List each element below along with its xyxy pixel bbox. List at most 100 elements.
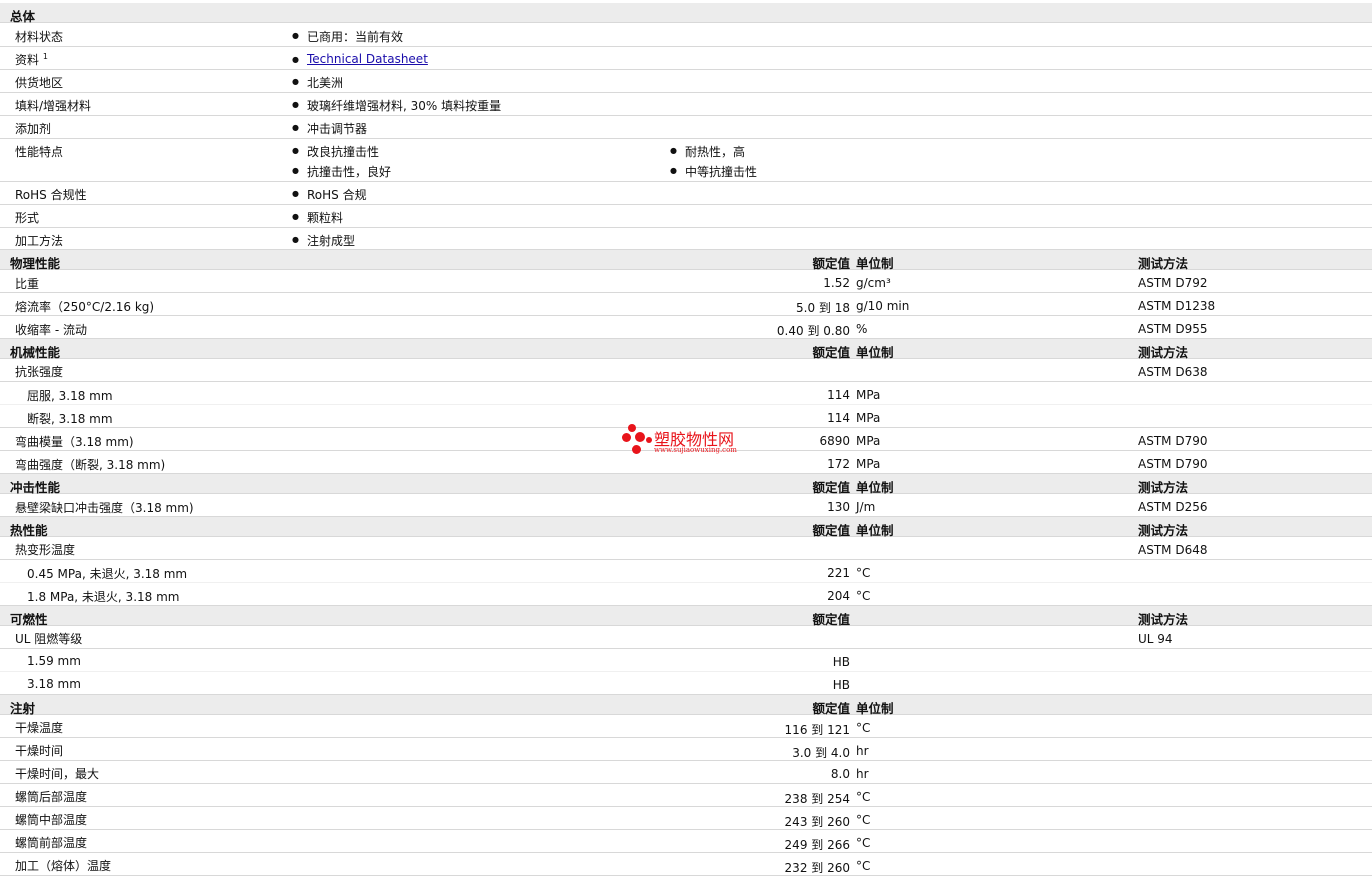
row-label: 添加剂 bbox=[15, 122, 52, 136]
table-row: 加工（熔体）温度 232 到 260 °C bbox=[0, 853, 1372, 876]
row-value: RoHS 合规 bbox=[292, 186, 367, 203]
technical-datasheet-link[interactable]: Technical Datasheet bbox=[307, 52, 428, 66]
row-method: ASTM D790 bbox=[1138, 434, 1208, 448]
row-unit: MPa bbox=[856, 411, 881, 425]
row-value: 172 bbox=[827, 457, 850, 471]
row-method: ASTM D648 bbox=[1138, 543, 1208, 557]
row-value: 中等抗撞击性 bbox=[670, 163, 757, 180]
row-unit: °C bbox=[856, 859, 871, 873]
logo-dot-icon bbox=[632, 445, 641, 454]
table-row: 资料 1 Technical Datasheet bbox=[0, 47, 1372, 70]
row-value: 3.0 到 4.0 bbox=[792, 746, 850, 760]
row-value: HB bbox=[832, 655, 850, 669]
section-title: 总体 bbox=[10, 9, 36, 24]
row-unit: MPa bbox=[856, 434, 881, 448]
table-row: 螺筒中部温度 243 到 260 °C bbox=[0, 807, 1372, 830]
row-value: 冲击调节器 bbox=[292, 120, 367, 137]
row-unit: J/m bbox=[856, 500, 876, 514]
physical-section-header: 物理性能 额定值 单位制 测试方法 bbox=[0, 250, 1372, 271]
table-row: 填料/增强材料 玻璃纤维增强材料, 30% 填料按重量 bbox=[0, 93, 1372, 116]
row-value: 注射成型 bbox=[292, 232, 355, 249]
row-label: 3.18 mm bbox=[27, 677, 81, 691]
row-value: 249 到 266 bbox=[784, 838, 850, 852]
mechanical-section-header: 机械性能 额定值 单位制 测试方法 bbox=[0, 339, 1372, 360]
flammability-section-header: 可燃性 额定值 测试方法 bbox=[0, 606, 1372, 627]
table-row: 屈服, 3.18 mm 114 MPa bbox=[0, 382, 1372, 405]
table-row: RoHS 合规性 RoHS 合规 bbox=[0, 182, 1372, 205]
row-unit: % bbox=[856, 322, 868, 336]
row-value: 221 bbox=[827, 566, 850, 580]
table-row: 材料状态 已商用：当前有效 bbox=[0, 24, 1372, 47]
row-label: 热变形温度 bbox=[15, 543, 76, 557]
row-label: 干燥时间，最大 bbox=[15, 767, 100, 781]
table-row: 干燥时间 3.0 到 4.0 hr bbox=[0, 738, 1372, 761]
row-method: ASTM D1238 bbox=[1138, 299, 1216, 313]
row-label: 螺筒中部温度 bbox=[15, 813, 88, 827]
row-method: ASTM D638 bbox=[1138, 365, 1208, 379]
row-unit: hr bbox=[856, 767, 869, 781]
logo-dot-icon bbox=[646, 437, 652, 443]
footnote-marker: 1 bbox=[42, 52, 48, 61]
row-value: 8.0 bbox=[830, 767, 850, 781]
row-label: 资料 1 bbox=[15, 52, 48, 67]
watermark-url: www.sujiaowuxing.com bbox=[654, 446, 737, 454]
row-value: 232 到 260 bbox=[784, 861, 850, 875]
row-value: 116 到 121 bbox=[784, 723, 850, 737]
table-row: 加工方法 注射成型 bbox=[0, 228, 1372, 250]
row-unit: °C bbox=[856, 813, 871, 827]
table-row: 供货地区 北美洲 bbox=[0, 70, 1372, 93]
row-value: HB bbox=[832, 678, 850, 692]
row-method: ASTM D955 bbox=[1138, 322, 1208, 336]
row-label: 干燥温度 bbox=[15, 721, 64, 735]
row-label: 断裂, 3.18 mm bbox=[27, 412, 113, 426]
row-label: 悬壁梁缺口冲击强度（3.18 mm) bbox=[15, 501, 194, 515]
table-row: 抗张强度 ASTM D638 bbox=[0, 359, 1372, 382]
table-row: 螺筒后部温度 238 到 254 °C bbox=[0, 784, 1372, 807]
table-row: 熔流率（250°C/2.16 kg) 5.0 到 18 g/10 min AST… bbox=[0, 293, 1372, 316]
row-label: 形式 bbox=[15, 211, 40, 225]
table-row: UL 阻燃等级 UL 94 bbox=[0, 626, 1372, 649]
row-value: 114 bbox=[827, 411, 850, 425]
row-value: 6890 bbox=[819, 434, 850, 448]
row-label: 0.45 MPa, 未退火, 3.18 mm bbox=[27, 567, 188, 581]
row-label: 材料状态 bbox=[15, 30, 64, 44]
row-value: 243 到 260 bbox=[784, 815, 850, 829]
table-row: 1.8 MPa, 未退火, 3.18 mm 204 °C bbox=[0, 583, 1372, 606]
row-method: ASTM D792 bbox=[1138, 276, 1208, 290]
row-label: 熔流率（250°C/2.16 kg) bbox=[15, 300, 155, 314]
row-value: Technical Datasheet bbox=[292, 52, 428, 66]
table-row: 添加剂 冲击调节器 bbox=[0, 116, 1372, 139]
table-row: 比重 1.52 g/cm³ ASTM D792 bbox=[0, 270, 1372, 293]
row-label: 弯曲模量（3.18 mm) bbox=[15, 435, 134, 449]
row-label: 螺筒前部温度 bbox=[15, 836, 88, 850]
row-label: 收缩率 - 流动 bbox=[15, 323, 87, 337]
row-value: 238 到 254 bbox=[784, 792, 850, 806]
row-label: 填料/增强材料 bbox=[15, 99, 92, 113]
row-label: 1.8 MPa, 未退火, 3.18 mm bbox=[27, 590, 180, 604]
row-label: 1.59 mm bbox=[27, 654, 81, 668]
table-row: 3.18 mm HB bbox=[0, 672, 1372, 695]
row-method: UL 94 bbox=[1138, 632, 1173, 646]
row-value: 改良抗撞击性 bbox=[292, 143, 379, 160]
general-section-header: 总体 bbox=[0, 3, 1372, 24]
row-unit: g/10 min bbox=[856, 299, 910, 313]
row-unit: g/cm³ bbox=[856, 276, 891, 290]
row-label: 性能特点 bbox=[15, 145, 64, 159]
table-row: 0.45 MPa, 未退火, 3.18 mm 221 °C bbox=[0, 560, 1372, 583]
row-unit: MPa bbox=[856, 388, 881, 402]
row-label: 抗张强度 bbox=[15, 365, 64, 379]
row-method: ASTM D790 bbox=[1138, 457, 1208, 471]
row-unit: hr bbox=[856, 744, 869, 758]
table-row: 形式 颗粒料 bbox=[0, 205, 1372, 228]
row-label: 供货地区 bbox=[15, 76, 64, 90]
row-unit: °C bbox=[856, 836, 871, 850]
table-row: 干燥温度 116 到 121 °C bbox=[0, 715, 1372, 738]
table-row: 性能特点 改良抗撞击性 耐热性，高 抗撞击性，良好 中等抗撞击性 bbox=[0, 139, 1372, 182]
row-label: 加工（熔体）温度 bbox=[15, 859, 112, 873]
row-method: ASTM D256 bbox=[1138, 500, 1208, 514]
logo-dot-icon bbox=[628, 424, 636, 432]
row-value: 1.52 bbox=[823, 276, 850, 290]
logo-dot-icon bbox=[635, 432, 645, 442]
table-row: 收缩率 - 流动 0.40 到 0.80 % ASTM D955 bbox=[0, 316, 1372, 339]
row-unit: °C bbox=[856, 790, 871, 804]
